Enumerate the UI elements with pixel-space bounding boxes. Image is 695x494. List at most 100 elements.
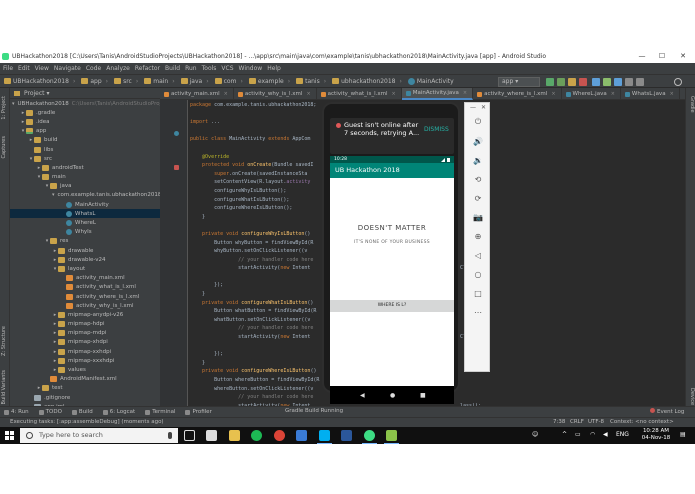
skype-icon[interactable] <box>317 430 332 444</box>
menu-item-navigate[interactable]: Navigate <box>54 65 81 72</box>
close-tab-icon[interactable]: × <box>463 90 467 96</box>
close-tab-icon[interactable]: × <box>611 91 615 97</box>
tool-tab-structure[interactable]: Z: Structure <box>1 326 9 356</box>
tree-item[interactable]: ▸ mipmap-hdpi <box>10 320 160 329</box>
back-nav-button[interactable]: ◀ <box>360 392 365 399</box>
tool-tab-build-variants[interactable]: Build Variants <box>1 370 9 404</box>
tool-tab-gradle[interactable]: Gradle <box>687 96 695 113</box>
tool-tab-terminal[interactable]: Terminal <box>145 409 175 415</box>
emulator-close-button[interactable]: ✕ <box>481 104 486 111</box>
android-studio-taskbar-icon[interactable] <box>362 430 377 444</box>
taskbar-clock[interactable]: 10:28 AM 04-Nov-18 <box>636 428 676 442</box>
close-tab-icon[interactable]: × <box>551 91 555 97</box>
tree-item[interactable]: WhereL <box>10 218 160 227</box>
menu-item-view[interactable]: View <box>35 65 49 72</box>
tree-item[interactable]: activity_why_is_l.xml <box>10 301 160 310</box>
tab-mainactivity-java[interactable]: MainActivity.java × <box>401 88 474 100</box>
event-log-button[interactable]: Event Log <box>650 408 684 415</box>
run-icon[interactable] <box>546 78 554 86</box>
project-panel-header[interactable]: Project ▾ <box>10 88 160 99</box>
tree-item[interactable]: ▸ build <box>10 136 160 145</box>
tree-item[interactable]: ▾ src <box>10 154 160 163</box>
tree-item[interactable]: ▸ .idea <box>10 117 160 126</box>
apply-changes-icon[interactable] <box>568 78 576 86</box>
chevron-down-icon[interactable]: ▾ <box>52 192 55 198</box>
store-icon[interactable] <box>206 430 217 441</box>
tree-item[interactable]: ▸ test <box>10 384 160 393</box>
zoom-icon[interactable]: ⊕ <box>473 232 483 242</box>
emulator-screen[interactable]: 10:28 UB Hackathon 2018 DOESN'T MATTER I… <box>330 156 454 386</box>
volume-up-icon[interactable]: 🔊 <box>473 137 483 147</box>
home-nav-button[interactable]: ● <box>390 392 395 399</box>
tree-item[interactable]: ▸ mipmap-xhdpi <box>10 338 160 347</box>
breadcrumb-item[interactable]: app › <box>81 78 108 85</box>
tree-item[interactable]: ▸ mipmap-xxxhdpi <box>10 356 160 365</box>
emulator-taskbar-icon[interactable] <box>384 430 399 444</box>
chrome-icon[interactable] <box>274 430 285 441</box>
notification-dismiss-button[interactable]: DISMISS <box>424 126 449 133</box>
caret-position[interactable]: 7:38 <box>553 419 565 425</box>
language-indicator[interactable]: ENG <box>616 431 629 438</box>
menu-item-analyze[interactable]: Analyze <box>106 65 130 72</box>
camera-icon[interactable]: 📷 <box>473 213 483 223</box>
tree-item[interactable]: ▸ drawable <box>10 246 160 255</box>
rotate-left-icon[interactable]: ⟲ <box>473 175 483 185</box>
tree-item[interactable]: ▾ java <box>10 182 160 191</box>
menu-item-refactor[interactable]: Refactor <box>135 65 160 72</box>
home-icon[interactable]: ○ <box>473 270 483 280</box>
rotate-right-icon[interactable]: ⟳ <box>473 194 483 204</box>
tree-item[interactable]: MainActivity <box>10 200 160 209</box>
run-config-select[interactable]: app ▾ <box>498 77 540 87</box>
sync-icon[interactable] <box>592 78 600 86</box>
menu-item-file[interactable]: File <box>3 65 13 72</box>
tab-wherel-java[interactable]: WhereL.java × <box>562 88 621 100</box>
tree-item[interactable]: AndroidManifest.xml <box>10 375 160 384</box>
sdk-manager-icon[interactable] <box>614 78 622 86</box>
tab-activity-where-is-l-xml[interactable]: activity_where_is_l.xml × <box>473 88 562 100</box>
tree-item[interactable]: ▸ mipmap-mdpi <box>10 329 160 338</box>
people-icon[interactable]: ☺ <box>532 431 538 438</box>
file-encoding[interactable]: UTF-8 <box>588 419 604 425</box>
tree-item[interactable]: ▾ res <box>10 237 160 246</box>
line-separator[interactable]: CRLF <box>570 419 584 425</box>
tree-item[interactable]: ▾ UBHackathon2018 C:\Users\Tanis\AndroidSt… <box>10 99 160 108</box>
tool-tab-build[interactable]: Build <box>71 409 93 415</box>
tree-item[interactable]: activity_where_is_l.xml <box>10 292 160 301</box>
tree-item[interactable]: WhyIs <box>10 228 160 237</box>
notification-heads-up[interactable]: Guest isn't online after 7 seconds, retr… <box>330 118 454 154</box>
close-tab-icon[interactable]: × <box>306 91 310 97</box>
tool-tab-project[interactable]: 1: Project <box>1 96 9 120</box>
word-icon[interactable] <box>341 430 352 441</box>
breadcrumb-item[interactable]: main › <box>144 78 175 85</box>
tree-item[interactable]: .gitignore <box>10 393 160 402</box>
tree-item[interactable]: activity_main.xml <box>10 274 160 283</box>
tool-tab-profiler[interactable]: Profiler <box>185 409 212 415</box>
minimize-button[interactable]: — <box>632 50 652 63</box>
back-icon[interactable]: ◁ <box>473 251 483 261</box>
breadcrumb-item[interactable]: example › <box>248 78 290 85</box>
menu-item-build[interactable]: Build <box>165 65 180 72</box>
tree-item[interactable]: ▾ layout <box>10 264 160 273</box>
debug-icon[interactable] <box>557 78 565 86</box>
breadcrumb-item[interactable]: tanis › <box>296 78 326 85</box>
wifi-icon[interactable]: ◠ <box>590 431 595 438</box>
file-explorer-icon[interactable] <box>229 430 240 441</box>
tree-item[interactable]: ▸ androidTest <box>10 163 160 172</box>
chevron-down-icon[interactable]: ▾ <box>12 101 15 107</box>
tab-activity-main-xml[interactable]: activity_main.xml × <box>160 88 234 100</box>
tray-chevron-icon[interactable]: ^ <box>562 431 567 438</box>
tree-item[interactable]: ▸ drawable-v24 <box>10 255 160 264</box>
menu-item-window[interactable]: Window <box>239 65 263 72</box>
device-file-explorer-icon[interactable] <box>636 78 644 86</box>
tree-item[interactable]: ▸ mipmap-anydpi-v26 <box>10 310 160 319</box>
spotify-icon[interactable] <box>251 430 262 441</box>
close-button[interactable]: ✕ <box>673 50 693 63</box>
where-is-l-button[interactable]: WHERE IS L? <box>330 300 454 312</box>
breadcrumb-item[interactable]: src › <box>114 78 138 85</box>
breadcrumb-item[interactable]: java › <box>180 78 209 85</box>
tool-tab-captures[interactable]: Captures <box>1 136 9 159</box>
tool-tab-todo[interactable]: TODO <box>38 409 62 415</box>
stop-icon[interactable] <box>579 78 587 86</box>
tab-whatsl-java[interactable]: WhatsL.java × <box>621 88 680 100</box>
more-icon[interactable]: ⋯ <box>473 308 483 318</box>
